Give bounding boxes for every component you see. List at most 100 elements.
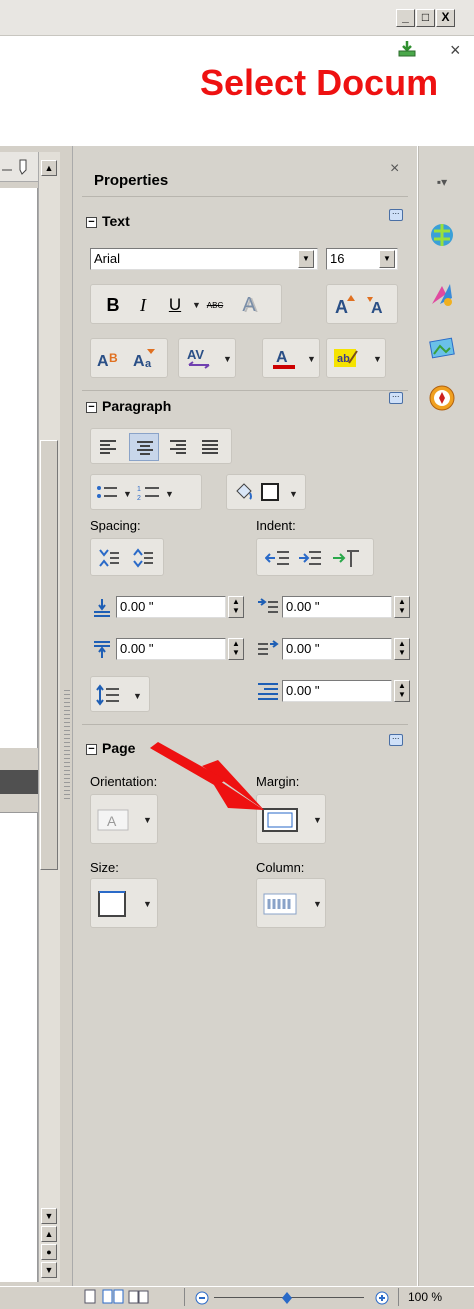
numbering-dropdown-icon[interactable]: ▼	[165, 489, 174, 499]
font-color-icon[interactable]: A	[271, 345, 297, 374]
below-spacing-spin-buttons[interactable]: ▲ ▼	[228, 638, 244, 660]
first-line-indent-spinbox[interactable]: 0.00 " ▲ ▼	[282, 680, 412, 702]
character-spacing-icon[interactable]: AV	[185, 345, 215, 374]
book-view-icon[interactable]	[128, 1289, 150, 1308]
above-spacing-spin-buttons[interactable]: ▲ ▼	[228, 596, 244, 618]
scrollbar-thumb[interactable]	[40, 440, 58, 870]
compass-icon[interactable]	[428, 384, 456, 412]
paragraph-more-options-button[interactable]	[389, 389, 403, 404]
zoom-in-icon[interactable]	[374, 1290, 390, 1309]
below-spacing-value[interactable]: 0.00 "	[116, 638, 226, 660]
sidebar-menu-icon[interactable]: ▪▾	[428, 168, 456, 196]
alignment-toolbar	[90, 428, 232, 464]
page-panel-header[interactable]: − Page	[86, 740, 135, 756]
document-page-next[interactable]	[0, 812, 38, 1282]
scroll-down-button[interactable]: ▼	[41, 1208, 57, 1224]
document-close-icon[interactable]: ×	[450, 40, 461, 61]
font-color-toolbar: A ▼	[262, 338, 320, 378]
bullets-dropdown-icon[interactable]: ▼	[123, 489, 132, 499]
paragraph-panel-header[interactable]: − Paragraph	[86, 398, 171, 414]
font-size-dropdown-button[interactable]: ▼	[379, 250, 395, 268]
svg-text:A: A	[335, 297, 348, 317]
character-spacing-dropdown-icon[interactable]: ▼	[223, 354, 232, 364]
page-more-options-button[interactable]	[389, 731, 403, 746]
sidebar-resize-grip[interactable]	[64, 690, 70, 800]
subscript-icon[interactable]: Aa	[131, 345, 161, 374]
decrease-indent-icon[interactable]	[297, 547, 323, 572]
sidebar-close-icon[interactable]: ×	[390, 160, 399, 178]
window-close-button[interactable]: X	[436, 9, 455, 27]
border-dropdown-icon[interactable]: ▼	[289, 489, 298, 499]
zoom-level[interactable]: 100 %	[408, 1290, 442, 1304]
navigator-icon[interactable]	[428, 222, 456, 250]
decrease-spacing-icon[interactable]	[131, 547, 155, 572]
increase-indent-icon[interactable]	[264, 547, 291, 572]
scroll-up-button[interactable]: ▲	[41, 160, 57, 176]
numbering-icon[interactable]: 12	[137, 483, 161, 506]
shadow-button[interactable]: A	[237, 290, 261, 320]
align-left-icon[interactable]	[97, 437, 119, 460]
next-page-button[interactable]: ▼	[41, 1262, 57, 1278]
underline-dropdown-icon[interactable]: ▼	[192, 300, 201, 310]
margin-dropdown-icon[interactable]: ▼	[313, 815, 322, 825]
increase-spacing-icon[interactable]	[97, 547, 121, 572]
font-name-combobox[interactable]: Arial	[90, 248, 318, 270]
above-spacing-value[interactable]: 0.00 "	[116, 596, 226, 618]
underline-button[interactable]: U	[163, 290, 187, 320]
justify-icon[interactable]	[199, 437, 221, 460]
page-size-dropdown-icon[interactable]: ▼	[143, 899, 152, 909]
after-indent-spin-buttons[interactable]: ▲ ▼	[394, 638, 410, 660]
red-arrow-annotation	[146, 740, 276, 823]
after-indent-value[interactable]: 0.00 "	[282, 638, 392, 660]
multi-page-view-icon[interactable]	[102, 1289, 124, 1308]
italic-button[interactable]: I	[131, 290, 155, 320]
single-page-view-icon[interactable]	[82, 1289, 98, 1308]
divider	[82, 390, 408, 391]
background-border-toolbar: ▼	[226, 474, 306, 510]
previous-page-button[interactable]: ▲	[41, 1226, 57, 1242]
strikethrough-button[interactable]: ABC	[203, 290, 227, 320]
decrease-font-icon[interactable]: A	[365, 291, 391, 320]
line-spacing-icon[interactable]	[95, 684, 121, 709]
above-spacing-spinbox[interactable]: 0.00 " ▲ ▼	[116, 596, 246, 618]
paragraph-background-icon[interactable]	[233, 481, 255, 506]
increase-font-icon[interactable]: A	[333, 291, 359, 320]
columns-dropdown-icon[interactable]: ▼	[313, 899, 322, 909]
page-size-icon[interactable]	[97, 889, 129, 922]
document-heading: Select Docum	[200, 62, 439, 103]
font-name-dropdown-button[interactable]: ▼	[298, 250, 314, 268]
hanging-indent-icon[interactable]	[331, 547, 361, 572]
first-line-indent-spin-buttons[interactable]: ▲ ▼	[394, 680, 410, 702]
align-center-button[interactable]	[129, 433, 159, 461]
below-spacing-spinbox[interactable]: 0.00 " ▲ ▼	[116, 638, 246, 660]
align-right-icon[interactable]	[167, 437, 189, 460]
font-color-dropdown-icon[interactable]: ▼	[307, 354, 316, 364]
after-indent-spinbox[interactable]: 0.00 " ▲ ▼	[282, 638, 412, 660]
columns-icon[interactable]	[263, 891, 299, 920]
text-panel-header[interactable]: − Text	[86, 213, 130, 229]
border-icon[interactable]	[259, 481, 281, 506]
text-more-options-button[interactable]	[389, 206, 403, 221]
bold-button[interactable]: B	[101, 290, 125, 320]
zoom-out-icon[interactable]	[194, 1290, 210, 1309]
navigation-button[interactable]: ●	[41, 1244, 57, 1260]
minimize-button[interactable]: _	[396, 9, 415, 27]
before-indent-spin-buttons[interactable]: ▲ ▼	[394, 596, 410, 618]
first-line-indent-value[interactable]: 0.00 "	[282, 680, 392, 702]
gallery-icon[interactable]	[428, 334, 456, 362]
before-indent-spinbox[interactable]: 0.00 " ▲ ▼	[282, 596, 412, 618]
svg-text:AV: AV	[187, 347, 204, 362]
superscript-icon[interactable]: AB	[95, 345, 125, 374]
update-download-icon[interactable]	[396, 40, 418, 58]
before-indent-value[interactable]: 0.00 "	[282, 596, 392, 618]
styles-icon[interactable]	[428, 280, 456, 308]
highlighting-dropdown-icon[interactable]: ▼	[373, 354, 382, 364]
maximize-button[interactable]: □	[416, 9, 435, 27]
line-spacing-dropdown-icon[interactable]: ▼	[133, 691, 142, 701]
document-page[interactable]	[0, 188, 38, 748]
line-spacing-toolbar: ▼	[90, 676, 150, 712]
bullets-icon[interactable]	[95, 483, 119, 506]
orientation-icon[interactable]: A	[97, 807, 129, 836]
highlighting-icon[interactable]: ab	[333, 345, 361, 374]
zoom-slider-thumb[interactable]	[281, 1291, 293, 1308]
